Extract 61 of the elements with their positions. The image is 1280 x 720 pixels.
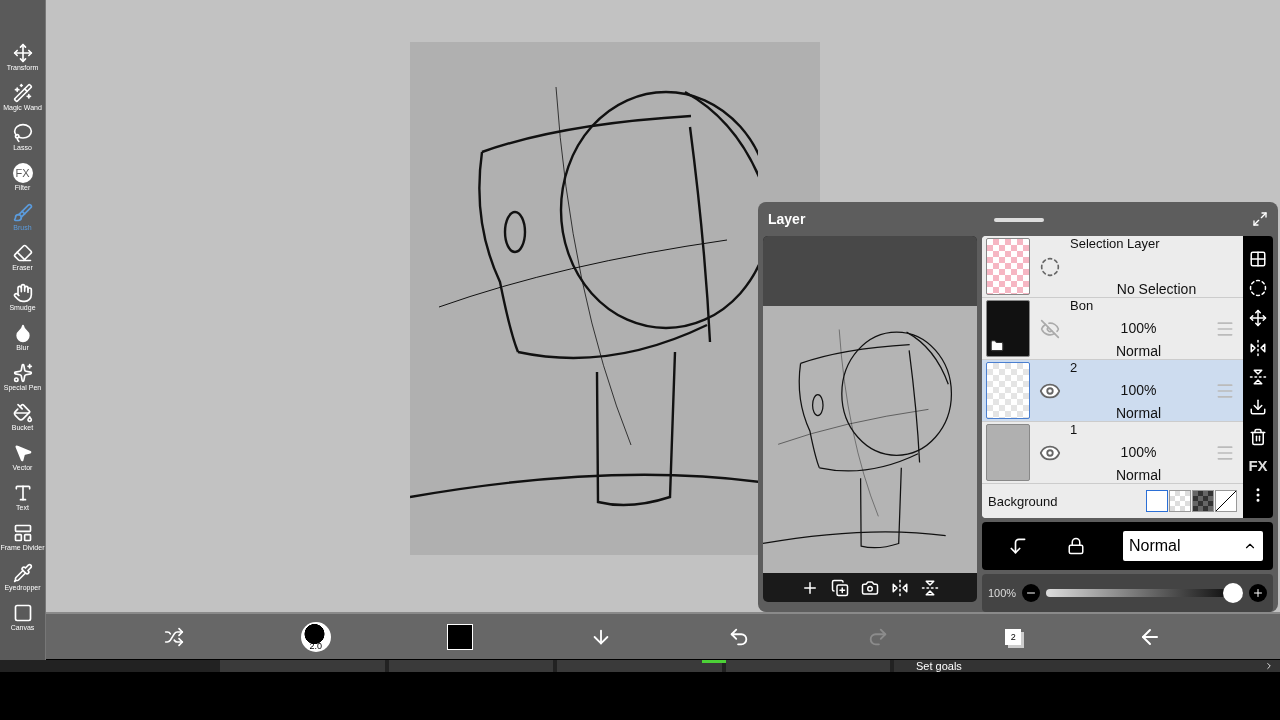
trash-icon[interactable] [1249, 427, 1267, 446]
opacity-slider[interactable] [1046, 583, 1243, 603]
flip-vertical-icon[interactable] [1249, 368, 1267, 387]
layer-row[interactable]: 2 100% Normal [982, 360, 1243, 422]
duplicate-icon[interactable] [831, 578, 849, 597]
selection-layer-row[interactable]: Selection Layer No Selection [982, 236, 1243, 298]
folder-icon [990, 339, 1004, 353]
fx-button[interactable]: FX [1248, 457, 1268, 475]
magic-wand-icon [12, 83, 33, 103]
layer-thumbnail [986, 238, 1030, 295]
color-button[interactable] [445, 621, 476, 652]
background-label: Background [988, 493, 1058, 509]
layer-opacity: 100% [1119, 382, 1158, 398]
camera-icon[interactable] [861, 578, 879, 597]
layer-opacity: 100% [1119, 320, 1158, 336]
alpha-lock-icon[interactable] [1066, 537, 1085, 555]
lasso-icon [12, 123, 33, 143]
filter-icon: FX [12, 163, 33, 183]
blend-mode-dropdown[interactable]: Normal [1123, 531, 1263, 561]
swap-icon [164, 626, 185, 647]
move-icon[interactable] [1249, 309, 1267, 328]
drag-handle[interactable] [994, 218, 1044, 222]
brush-icon [12, 203, 33, 223]
chevron-icon [1264, 661, 1274, 671]
plus-button[interactable] [1249, 584, 1267, 602]
flip-horizontal-icon[interactable] [891, 578, 909, 597]
eraser-icon [12, 243, 33, 263]
layer-row[interactable]: Bon 100% Normal [982, 298, 1243, 360]
layers-button[interactable]: 2 [1003, 626, 1024, 647]
selection-status: No Selection [1115, 281, 1198, 297]
opacity-reading: 100% [988, 587, 1017, 599]
clip-icon[interactable] [1008, 536, 1028, 556]
checker-icon[interactable] [1249, 249, 1267, 268]
sparkles-icon [12, 363, 33, 383]
layer-blend-mode: Normal [1114, 343, 1163, 359]
slider-thumb[interactable] [1223, 583, 1243, 603]
layer-blend-mode: Normal [1114, 405, 1163, 421]
canvas-icon [12, 603, 33, 623]
layer-row[interactable]: 1 100% Normal [982, 422, 1243, 484]
plus-icon [1252, 587, 1264, 599]
window-icon[interactable] [1252, 211, 1268, 227]
taskbar-item[interactable]: Set goals [894, 660, 1280, 672]
merge-down-icon[interactable] [1249, 398, 1267, 417]
frame-icon [12, 523, 33, 543]
pointer-icon [12, 443, 33, 463]
layer-thumbnail [986, 424, 1030, 481]
eyedropper-icon [12, 563, 33, 583]
layer-opacity: 100% [1119, 444, 1158, 460]
flip-horizontal-icon[interactable] [1249, 338, 1267, 357]
layer-name: 2 [1070, 360, 1079, 375]
layer-thumbnail [986, 362, 1030, 419]
layer-name: Selection Layer [1070, 236, 1161, 251]
layer-blend-mode: Normal [1114, 467, 1163, 483]
move-icon [12, 43, 33, 63]
selection-icon [1040, 256, 1060, 277]
layer-name: 1 [1070, 422, 1079, 437]
panel-title: Layer [768, 211, 806, 227]
minus-button[interactable] [1022, 584, 1041, 602]
bucket-icon [12, 403, 33, 423]
flip-vertical-icon[interactable] [921, 578, 939, 597]
layer-name: Bon [1070, 298, 1095, 313]
